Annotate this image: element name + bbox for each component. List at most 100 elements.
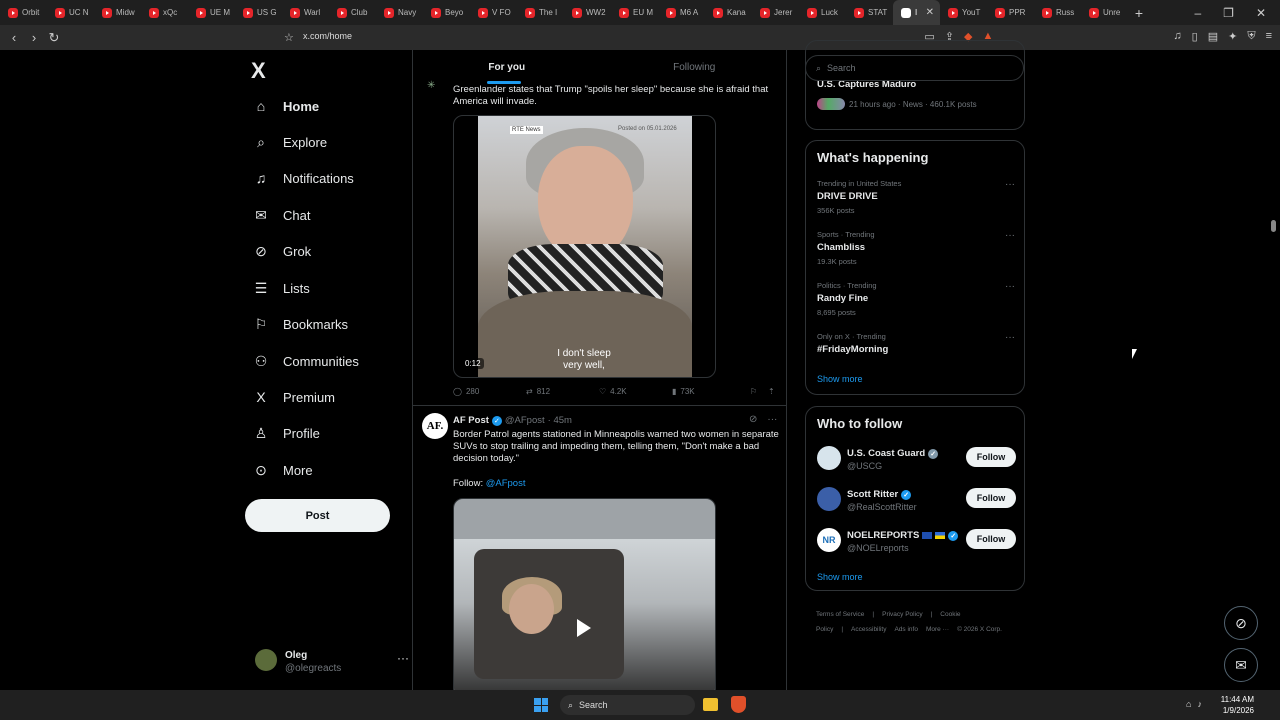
vpn-icon[interactable]: ⛨ bbox=[1247, 30, 1255, 43]
leo-icon[interactable]: ✦ bbox=[1228, 30, 1237, 43]
network-icon[interactable]: ⌂ bbox=[1186, 699, 1191, 709]
play-icon[interactable] bbox=[577, 619, 591, 637]
tab-for-you[interactable]: For you bbox=[413, 50, 601, 84]
like-button[interactable]: ♡ 4.2K bbox=[599, 387, 672, 396]
views-button[interactable]: ▮ 73K bbox=[672, 387, 750, 396]
close-tab-icon[interactable]: ✕ bbox=[926, 7, 934, 18]
browser-tab[interactable]: UC N bbox=[47, 0, 94, 25]
trend-item[interactable]: Trending in United States DRIVE DRIVE 356K… bbox=[817, 179, 1015, 223]
nav-item-communities[interactable]: ⚇ Communities bbox=[253, 353, 359, 369]
nav-item-chat[interactable]: ✉ Chat bbox=[253, 207, 310, 223]
footer-link[interactable]: More ··· bbox=[926, 626, 949, 633]
back-icon[interactable]: ‹ bbox=[4, 30, 24, 45]
browser-tab[interactable]: PPR bbox=[987, 0, 1034, 25]
trend-item[interactable]: Only on X · Trending #FridayMorning ··· bbox=[817, 332, 1015, 376]
nav-item-more[interactable]: ⊙ More bbox=[253, 462, 313, 478]
taskbar-clock[interactable]: 11:44 AM 1/9/2026 bbox=[1218, 694, 1254, 716]
browser-tab[interactable]: Beyo bbox=[423, 0, 470, 25]
bookmark-button[interactable]: ⚐ bbox=[750, 387, 768, 396]
browser-tab[interactable]: V FO bbox=[470, 0, 517, 25]
browser-tab[interactable]: Orbit bbox=[0, 0, 47, 25]
browser-tab[interactable]: Jerer bbox=[752, 0, 799, 25]
footer-link[interactable]: Accessibility bbox=[851, 626, 886, 633]
browser-tab[interactable]: M6 A bbox=[658, 0, 705, 25]
grok-fab-icon[interactable]: ⊘ bbox=[1224, 606, 1258, 640]
new-tab-button[interactable]: + bbox=[1128, 5, 1150, 21]
nav-item-grok[interactable]: ⊘ Grok bbox=[253, 243, 311, 259]
volume-icon[interactable]: ♪ bbox=[1197, 699, 1202, 709]
tab-following[interactable]: Following bbox=[601, 50, 787, 84]
x-logo[interactable]: X bbox=[251, 58, 266, 84]
scrollbar[interactable] bbox=[1271, 220, 1276, 232]
media-icon[interactable]: ♫ bbox=[1173, 30, 1181, 43]
close-window-icon[interactable]: ✕ bbox=[1256, 6, 1266, 20]
bookmark-page-icon[interactable]: ☆ bbox=[284, 31, 294, 44]
account-more-icon[interactable]: ··· bbox=[397, 651, 409, 665]
share-button[interactable]: ⇡ bbox=[768, 387, 775, 396]
nav-item-profile[interactable]: ♙ Profile bbox=[253, 425, 320, 441]
more-icon[interactable]: ··· bbox=[1005, 332, 1015, 343]
browser-tab[interactable]: Unre bbox=[1081, 0, 1128, 25]
tweet-author-handle[interactable]: @AFpost bbox=[505, 415, 545, 426]
nav-item-notifications[interactable]: ♫ Notifications bbox=[253, 170, 354, 186]
brave-browser-icon[interactable] bbox=[731, 696, 746, 713]
minimize-icon[interactable]: – bbox=[1194, 6, 1201, 20]
browser-tab[interactable]: Russ bbox=[1034, 0, 1081, 25]
post-button[interactable]: Post bbox=[245, 499, 390, 532]
browser-tab[interactable]: UE M bbox=[188, 0, 235, 25]
repost-button[interactable]: ⇄ 812 bbox=[526, 387, 599, 396]
browser-tab[interactable]: Luck bbox=[799, 0, 846, 25]
browser-tab[interactable]: Navy bbox=[376, 0, 423, 25]
tweet-video[interactable]: RTE News Posted on 05.01.2026 I don't sl… bbox=[453, 115, 716, 378]
browser-tab[interactable]: EU M bbox=[611, 0, 658, 25]
nav-item-bookmarks[interactable]: ⚐ Bookmarks bbox=[253, 316, 348, 332]
show-more-link[interactable]: Show more bbox=[817, 572, 863, 582]
browser-tab[interactable]: US G bbox=[235, 0, 282, 25]
more-icon[interactable]: ··· bbox=[1005, 281, 1015, 292]
tweet-author-name[interactable]: AF Post bbox=[453, 415, 489, 426]
follow-button[interactable]: Follow bbox=[966, 529, 1016, 549]
footer-link[interactable]: Terms of Service bbox=[816, 611, 864, 618]
trend-item[interactable]: Sports · Trending Chambliss 19.3K posts ··· bbox=[817, 230, 1015, 274]
sidebar-icon[interactable]: ▯ bbox=[1192, 30, 1198, 43]
wallet-icon[interactable]: ▤ bbox=[1208, 30, 1218, 43]
tweet-video[interactable] bbox=[453, 498, 716, 690]
grok-icon[interactable]: ⊘ bbox=[749, 414, 757, 425]
reload-icon[interactable]: ↻ bbox=[44, 30, 64, 46]
follow-suggestion[interactable]: NR NOELREPORTS ✓ @NOELreports Follow bbox=[817, 528, 1016, 558]
maximize-icon[interactable]: ❐ bbox=[1223, 6, 1234, 20]
browser-tab[interactable]: xQc bbox=[141, 0, 188, 25]
nav-item-home[interactable]: ⌂ Home bbox=[253, 98, 319, 114]
windows-start-icon[interactable] bbox=[534, 698, 548, 712]
nav-item-premium[interactable]: X Premium bbox=[253, 389, 335, 405]
browser-tab[interactable]: STAT bbox=[846, 0, 893, 25]
messages-fab-icon[interactable]: ✉ bbox=[1224, 648, 1258, 682]
browser-tab[interactable]: WW2 bbox=[564, 0, 611, 25]
browser-tab[interactable]: YouT bbox=[940, 0, 987, 25]
footer-link[interactable]: Privacy Policy bbox=[882, 611, 922, 618]
browser-tab[interactable]: I ✕ bbox=[893, 0, 940, 25]
trend-item[interactable]: Politics · Trending Randy Fine 8,695 posts… bbox=[817, 281, 1015, 325]
file-explorer-icon[interactable] bbox=[703, 698, 718, 711]
nav-item-lists[interactable]: ☰ Lists bbox=[253, 280, 310, 296]
search-input[interactable]: ⌕ Search bbox=[805, 55, 1024, 81]
avatar[interactable]: AF. bbox=[422, 413, 448, 439]
url-input[interactable]: x.com/home bbox=[303, 31, 352, 41]
follow-suggestion[interactable]: U.S. Coast Guard ✓ @USCG Follow bbox=[817, 446, 1016, 476]
follow-suggestion[interactable]: Scott Ritter ✓ @RealScottRitter Follow bbox=[817, 487, 1016, 517]
account-switcher[interactable]: Oleg @olegreacts ··· bbox=[255, 647, 409, 677]
reply-button[interactable]: ◯ 280 bbox=[453, 387, 526, 396]
browser-tab[interactable]: Warl bbox=[282, 0, 329, 25]
browser-tab[interactable]: Midw bbox=[94, 0, 141, 25]
follow-button[interactable]: Follow bbox=[966, 488, 1016, 508]
forward-icon[interactable]: › bbox=[24, 30, 44, 45]
show-more-link[interactable]: Show more bbox=[817, 374, 863, 384]
more-icon[interactable]: ··· bbox=[1005, 179, 1015, 190]
footer-link[interactable]: © 2026 X Corp. bbox=[957, 626, 1002, 633]
taskbar-search[interactable]: ⌕ Search bbox=[560, 695, 695, 715]
browser-tab[interactable]: Club bbox=[329, 0, 376, 25]
browser-tab[interactable]: The I bbox=[517, 0, 564, 25]
nav-item-explore[interactable]: ⌕ Explore bbox=[253, 134, 327, 150]
follow-button[interactable]: Follow bbox=[966, 447, 1016, 467]
menu-icon[interactable]: ≡ bbox=[1266, 30, 1272, 43]
